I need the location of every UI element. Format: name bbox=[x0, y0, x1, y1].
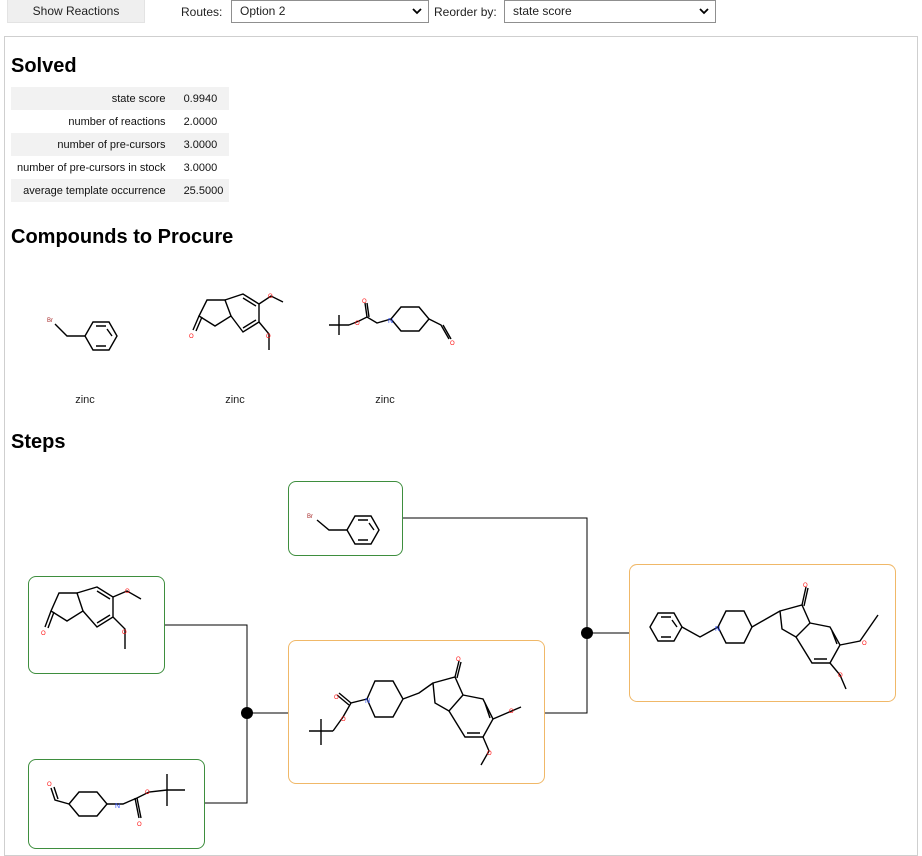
route-panel: Solved state score 0.9940 number of react… bbox=[4, 36, 918, 856]
molecule-structure: N O O O bbox=[649, 583, 879, 690]
svg-text:N: N bbox=[715, 626, 720, 633]
routes-select[interactable]: Option 2 bbox=[231, 0, 429, 23]
reorder-select-value: state score bbox=[513, 4, 572, 18]
step-molecule-benzyl-bromide[interactable]: Br bbox=[288, 481, 403, 556]
step-molecule-target[interactable]: N O O O bbox=[629, 564, 896, 702]
reorder-label: Reorder by: bbox=[434, 5, 497, 19]
svg-text:O: O bbox=[47, 782, 52, 788]
reaction-node-icon bbox=[241, 707, 253, 719]
step-molecule-boc-intermediate[interactable]: O O N O O O bbox=[288, 640, 545, 784]
svg-text:O: O bbox=[456, 657, 461, 663]
svg-text:O: O bbox=[41, 631, 46, 637]
routes-label: Routes: bbox=[181, 5, 223, 19]
svg-text:O: O bbox=[862, 641, 867, 647]
reorder-select[interactable]: state score bbox=[504, 0, 716, 23]
chevron-down-icon bbox=[412, 8, 422, 15]
svg-text:O: O bbox=[509, 709, 514, 715]
svg-text:O: O bbox=[137, 822, 142, 828]
molecule-structure: Br bbox=[307, 514, 380, 545]
svg-text:O: O bbox=[341, 717, 346, 723]
svg-text:O: O bbox=[122, 630, 127, 636]
svg-text:O: O bbox=[334, 695, 339, 701]
molecule-structure: O O O bbox=[41, 586, 142, 649]
show-reactions-button[interactable]: Show Reactions bbox=[7, 0, 145, 23]
svg-text:O: O bbox=[803, 583, 808, 589]
step-molecule-boc-piperidine-aldehyde[interactable]: O N O O bbox=[28, 759, 205, 849]
svg-text:N: N bbox=[115, 803, 120, 810]
svg-text:O: O bbox=[487, 751, 492, 757]
step-molecule-dimethoxy-indanone[interactable]: O O O bbox=[28, 576, 165, 674]
svg-text:N: N bbox=[365, 698, 370, 705]
molecule-structure: O N O O bbox=[47, 774, 185, 828]
routes-select-value: Option 2 bbox=[240, 4, 286, 18]
chevron-down-icon bbox=[699, 8, 709, 15]
molecule-structure: O O N O O O bbox=[309, 657, 522, 766]
svg-text:O: O bbox=[145, 790, 150, 796]
toolbar: Show Reactions Routes: Option 2 Reorder … bbox=[0, 0, 922, 26]
reaction-node-icon bbox=[581, 627, 593, 639]
svg-text:O: O bbox=[125, 589, 130, 595]
svg-text:Br: Br bbox=[307, 514, 313, 520]
svg-text:O: O bbox=[838, 673, 843, 679]
